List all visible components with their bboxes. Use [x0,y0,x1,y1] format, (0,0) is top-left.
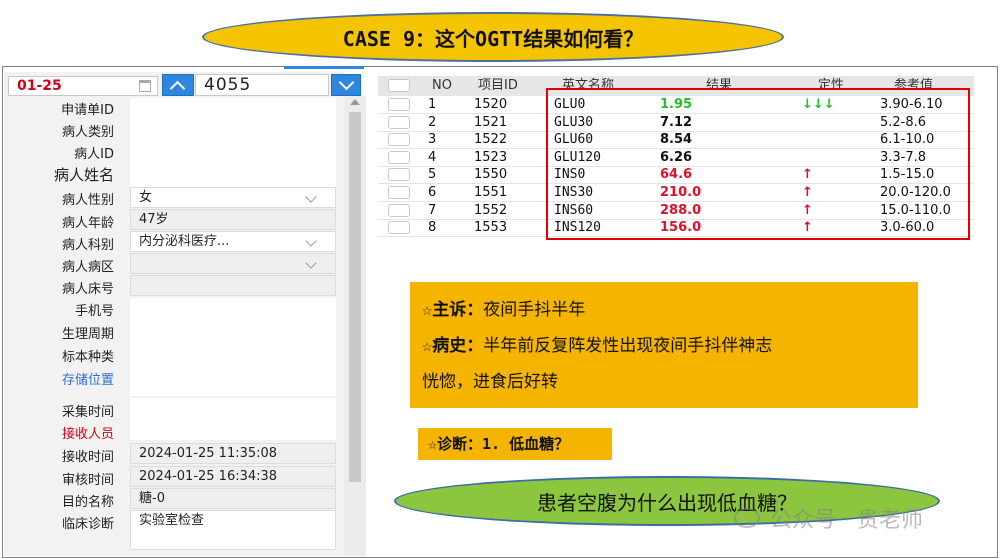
label-receiver: 接收人员 [61,427,114,442]
cell-no: 8 [428,220,437,235]
row-checkbox[interactable] [388,98,410,111]
row-checkbox[interactable] [388,221,410,234]
sample-number: 4055 [204,75,252,95]
row-checkbox[interactable] [388,204,410,217]
complaint-text: 夜间手抖半年 [483,300,586,320]
patient-sex-value: 女 [139,190,153,205]
cell-no: 6 [428,185,437,200]
history-text-1: 半年前反复阵发性出现夜间手抖伴神志 [483,336,773,356]
patient-age-value: 47岁 [139,212,169,227]
label-patient-dept: 病人科别 [61,238,114,253]
cell-no: 7 [428,203,437,218]
info-blank-area-2 [130,298,336,396]
chevron-down-icon [305,191,317,203]
case-title: CASE 9：这个OGTT结果如何看？ [202,12,784,62]
label-patient-name: 病人姓名 [53,166,114,184]
calendar-icon[interactable] [139,80,151,92]
cell-no: 5 [428,167,437,182]
cell-no: 1 [428,97,437,112]
scrollbar-thumb[interactable] [349,112,361,482]
cell-item-id: 1550 [474,167,508,182]
patient-bed-field[interactable] [130,275,336,296]
watermark-text: 公众号 · 贵老师 [770,508,923,533]
label-clinical-diag: 临床诊断 [61,517,114,532]
label-purpose: 目的名称 [61,495,114,510]
row-checkbox[interactable] [388,168,410,181]
info-blank-area-3 [130,398,336,440]
next-button[interactable] [331,74,361,96]
wechat-icon [734,508,760,528]
chevron-down-icon [305,235,317,247]
label-patient-id: 病人ID [74,147,114,162]
info-blank-area-1 [130,98,336,188]
header-no[interactable]: NO [432,76,452,96]
cell-no: 2 [428,115,437,130]
previous-button[interactable] [162,74,194,96]
cell-no: 3 [428,132,437,147]
cell-no: 4 [428,150,437,165]
label-patient-sex: 病人性别 [61,193,114,208]
purpose-field[interactable]: 糖-0 [130,488,336,509]
case-info-box: ☆主诉：夜间手抖半年 ☆病史：半年前反复阵发性出现夜间手抖伴神志 恍惚，进食后好… [410,282,918,408]
label-patient-bed: 病人床号 [61,282,114,297]
select-all-checkbox[interactable] [388,79,410,92]
scroll-up-arrow-icon[interactable] [350,99,360,105]
label-patient-ward: 病人病区 [61,260,114,275]
cell-item-id: 1522 [474,132,508,147]
header-item-id[interactable]: 项目ID [478,76,518,96]
patient-dept-select[interactable]: 内分泌科医疗... [130,231,336,252]
history-label: ☆病史： [422,336,484,356]
row-checkbox[interactable] [388,186,410,199]
purpose-value: 糖-0 [139,491,165,506]
complaint-label: ☆主诉： [422,300,484,320]
tab-indicator [284,66,364,69]
label-phone: 手机号 [74,304,114,319]
diagnosis-box: ☆诊断：1. 低血糖？ [418,428,612,460]
receive-time-value: 2024-01-25 11:35:08 [139,446,278,461]
patient-sex-select[interactable]: 女 [130,187,336,208]
complaint-line: ☆主诉：夜间手抖半年 [422,292,906,328]
audit-time-field[interactable]: 2024-01-25 16:34:38 [130,466,336,487]
patient-ward-select[interactable] [130,253,336,274]
cell-item-id: 1551 [474,185,508,200]
sample-number-input[interactable]: 4055 [195,74,329,96]
label-receive-time: 接收时间 [61,450,114,465]
receive-time-field[interactable]: 2024-01-25 11:35:08 [130,443,336,464]
cell-item-id: 1553 [474,220,508,235]
label-collect-time: 采集时间 [61,405,114,420]
label-menstrual: 生理周期 [61,327,114,342]
label-audit-time: 审核时间 [61,473,114,488]
label-apply-id: 申请单ID [61,103,114,118]
row-checkbox[interactable] [388,133,410,146]
clinical-diag-field[interactable]: 实验室检查 [130,510,336,550]
history-line: ☆病史：半年前反复阵发性出现夜间手抖伴神志 [422,328,906,364]
label-storage[interactable]: 存储位置 [6,369,114,388]
label-patient-type: 病人类别 [61,125,114,140]
row-checkbox[interactable] [388,116,410,129]
cell-item-id: 1521 [474,115,508,130]
row-checkbox[interactable] [388,151,410,164]
history-text-2: 恍惚，进食后好转 [422,372,558,392]
highlight-box [546,88,970,240]
label-patient-age: 病人年龄 [61,216,114,231]
cell-item-id: 1520 [474,97,508,112]
cell-item-id: 1523 [474,150,508,165]
label-specimen-type: 标本种类 [61,350,114,365]
date-value: 01-25 [17,78,62,94]
chevron-down-icon [305,257,317,269]
patient-age-field[interactable]: 47岁 [130,209,336,230]
audit-time-value: 2024-01-25 16:34:38 [139,469,278,484]
cell-item-id: 1552 [474,203,508,218]
clinical-diag-value: 实验室检查 [139,513,205,528]
date-picker[interactable]: 01-25 [8,76,158,96]
patient-dept-value: 内分泌科医疗... [139,234,230,249]
